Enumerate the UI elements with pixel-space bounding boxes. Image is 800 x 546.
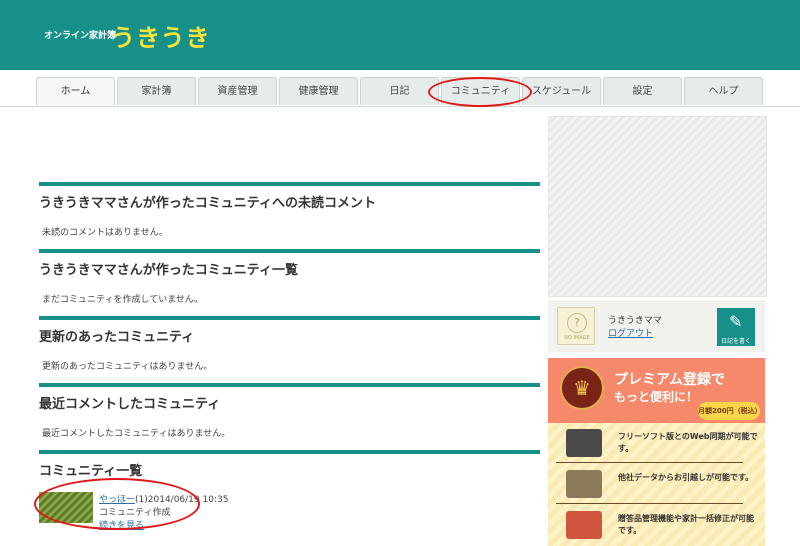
- section-divider: [39, 450, 540, 454]
- section-unread-comments: うきうきママさんが作ったコミュニティへの未読コメント 未読のコメントはありません…: [39, 182, 540, 239]
- section-updated-communities: 更新のあったコミュニティ 更新のあったコミュニティはありません。: [39, 316, 540, 373]
- premium-headline: プレミアム登録で: [614, 372, 726, 388]
- site-logo[interactable]: うきうき: [111, 18, 211, 53]
- question-icon: ?: [567, 313, 587, 333]
- section-divider: [39, 316, 540, 320]
- premium-subheadline: もっと便利に！: [614, 390, 699, 404]
- avatar: ? NO IMAGE: [557, 307, 595, 345]
- section-empty-text: 更新のあったコミュニティはありません。: [42, 362, 213, 372]
- pen-icon: ✎: [729, 312, 743, 331]
- write-diary-label: 日記を書く: [720, 338, 751, 345]
- feature-item: フリーソフト版とのWeb同期が可能です。: [548, 423, 765, 463]
- file-icon: [566, 470, 602, 498]
- section-recent-comments: 最近コメントしたコミュニティ 最近コメントしたコミュニティはありません。: [39, 383, 540, 440]
- crown-icon: ♛: [560, 366, 604, 410]
- section-divider: [39, 182, 540, 186]
- main-nav-tabs: ホーム 家計簿 資産管理 健康管理 日記 コミュニティ スケジュール 設定 ヘル…: [0, 77, 800, 107]
- tab-assets[interactable]: 資産管理: [198, 77, 277, 105]
- feature-text: フリーソフト版とのWeb同期が可能です。: [618, 432, 758, 453]
- premium-features: フリーソフト版とのWeb同期が可能です。 他社データからお引越しが可能です。 贈…: [548, 423, 765, 546]
- section-title: 最近コメントしたコミュニティ: [39, 397, 221, 412]
- site-tagline: オンライン家計簿: [44, 31, 117, 41]
- feature-item: 他社データからお引越しが可能です。: [548, 464, 765, 504]
- tab-settings[interactable]: 設定: [603, 77, 682, 105]
- tab-home[interactable]: ホーム: [36, 77, 115, 105]
- section-empty-text: まだコミュニティを作成していません。: [42, 295, 203, 305]
- calculator-icon: [566, 511, 602, 539]
- section-divider: [39, 249, 540, 253]
- section-empty-text: 未読のコメントはありません。: [42, 228, 168, 238]
- annotation-circle-community: [34, 478, 200, 530]
- tab-schedule[interactable]: スケジュール: [522, 77, 601, 105]
- price-badge: 月額200円（税込）: [698, 402, 762, 420]
- monitor-icon: [566, 429, 602, 457]
- section-divider: [39, 383, 540, 387]
- section-title: 更新のあったコミュニティ: [39, 330, 195, 345]
- tab-help[interactable]: ヘルプ: [684, 77, 763, 105]
- logout-link[interactable]: ログアウト: [608, 326, 653, 339]
- feature-item: 贈答品管理機能や家計一括修正が可能です。: [548, 505, 765, 545]
- tab-health[interactable]: 健康管理: [279, 77, 358, 105]
- feature-text: 他社データからお引越しが可能です。: [618, 473, 754, 482]
- site-header: オンライン家計簿 うきうき: [0, 0, 800, 70]
- annotation-circle-tab: [428, 77, 532, 107]
- avatar-no-image-text: NO IMAGE: [564, 335, 590, 341]
- section-empty-text: 最近コメントしたコミュニティはありません。: [42, 429, 231, 439]
- tab-household[interactable]: 家計簿: [117, 77, 196, 105]
- premium-header: ♛ プレミアム登録で もっと便利に！ 月額200円（税込）: [548, 358, 765, 423]
- ad-placeholder: [548, 116, 767, 297]
- section-title: うきうきママさんが作ったコミュニティへの未読コメント: [39, 196, 376, 211]
- section-title: うきうきママさんが作ったコミュニティ一覧: [39, 263, 298, 278]
- user-panel: ? NO IMAGE うきうきママ ログアウト ✎ 日記を書く: [548, 300, 765, 352]
- feature-text: 贈答品管理機能や家計一括修正が可能です。: [618, 514, 754, 535]
- premium-banner[interactable]: ♛ プレミアム登録で もっと便利に！ 月額200円（税込） フリーソフト版とのW…: [548, 358, 765, 546]
- section-my-communities: うきうきママさんが作ったコミュニティ一覧 まだコミュニティを作成していません。: [39, 249, 540, 306]
- feature-divider: [556, 503, 743, 504]
- user-name: うきうきママ: [608, 316, 662, 326]
- feature-divider: [556, 462, 743, 463]
- write-diary-button[interactable]: ✎ 日記を書く: [717, 308, 755, 346]
